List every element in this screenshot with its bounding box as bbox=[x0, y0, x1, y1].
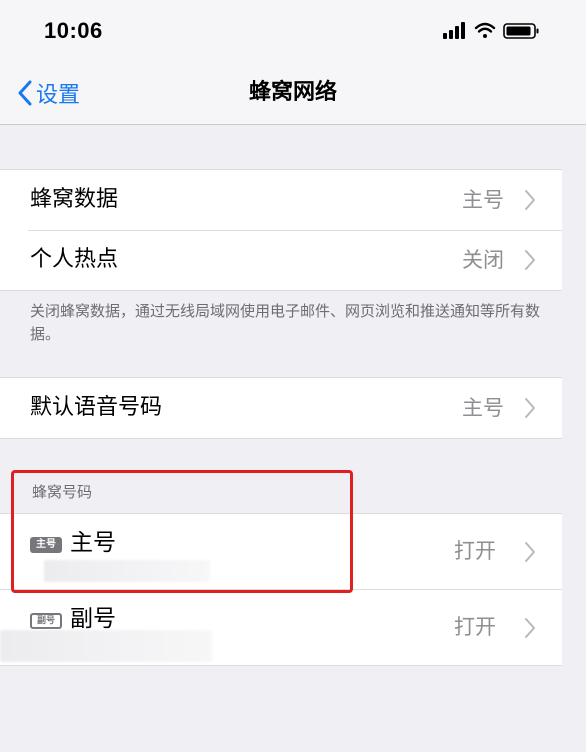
chevron-right-icon bbox=[525, 542, 535, 562]
wifi-icon bbox=[474, 22, 496, 38]
status-icons bbox=[443, 22, 539, 39]
chevron-right-icon bbox=[525, 398, 535, 418]
default-voice-line-row[interactable]: 默认语音号码 主号 bbox=[0, 378, 562, 438]
sim-badge-icon: 副号 bbox=[30, 613, 62, 629]
cellular-data-footer-note: 关闭蜂窝数据，通过无线局域网使用电子邮件、网页浏览和推送通知等所有数据。 bbox=[30, 302, 541, 343]
status-time: 10:06 bbox=[44, 18, 103, 43]
row-value: 主号 bbox=[462, 188, 504, 212]
cellular-signal-icon bbox=[443, 22, 465, 39]
sim-badge-icon: 主号 bbox=[30, 537, 62, 553]
cellular-settings-group: 蜂窝数据 主号 个人热点 关闭 bbox=[0, 169, 562, 291]
redacted-number bbox=[44, 560, 210, 582]
battery-icon bbox=[503, 23, 539, 39]
voice-settings-group: 默认语音号码 主号 bbox=[0, 377, 562, 439]
row-label: 个人热点 bbox=[30, 247, 119, 272]
chevron-right-icon bbox=[525, 618, 535, 638]
sim-value: 打开 bbox=[454, 539, 496, 563]
secondary-line-row[interactable]: 副号 副号 打开 bbox=[0, 589, 562, 666]
primary-line-row[interactable]: 主号 主号 打开 bbox=[0, 513, 562, 589]
row-label: 默认语音号码 bbox=[30, 395, 163, 420]
chevron-right-icon bbox=[525, 190, 535, 210]
page-title: 蜂窝网络 bbox=[248, 80, 337, 105]
chevron-right-icon bbox=[525, 250, 535, 270]
redacted-number bbox=[0, 630, 212, 662]
navigation-bar: 设置 蜂窝网络 bbox=[0, 62, 586, 125]
status-bar: 10:06 bbox=[0, 0, 586, 62]
row-value: 关闭 bbox=[462, 248, 504, 272]
sim-value: 打开 bbox=[454, 615, 496, 639]
cellular-plans-section-header: 蜂窝号码 bbox=[32, 483, 93, 501]
personal-hotspot-row[interactable]: 个人热点 关闭 bbox=[0, 230, 562, 290]
cellular-data-row[interactable]: 蜂窝数据 主号 bbox=[0, 170, 562, 230]
row-value: 主号 bbox=[462, 396, 504, 420]
sim-label: 主号 bbox=[70, 530, 116, 556]
row-label: 蜂窝数据 bbox=[30, 187, 119, 212]
